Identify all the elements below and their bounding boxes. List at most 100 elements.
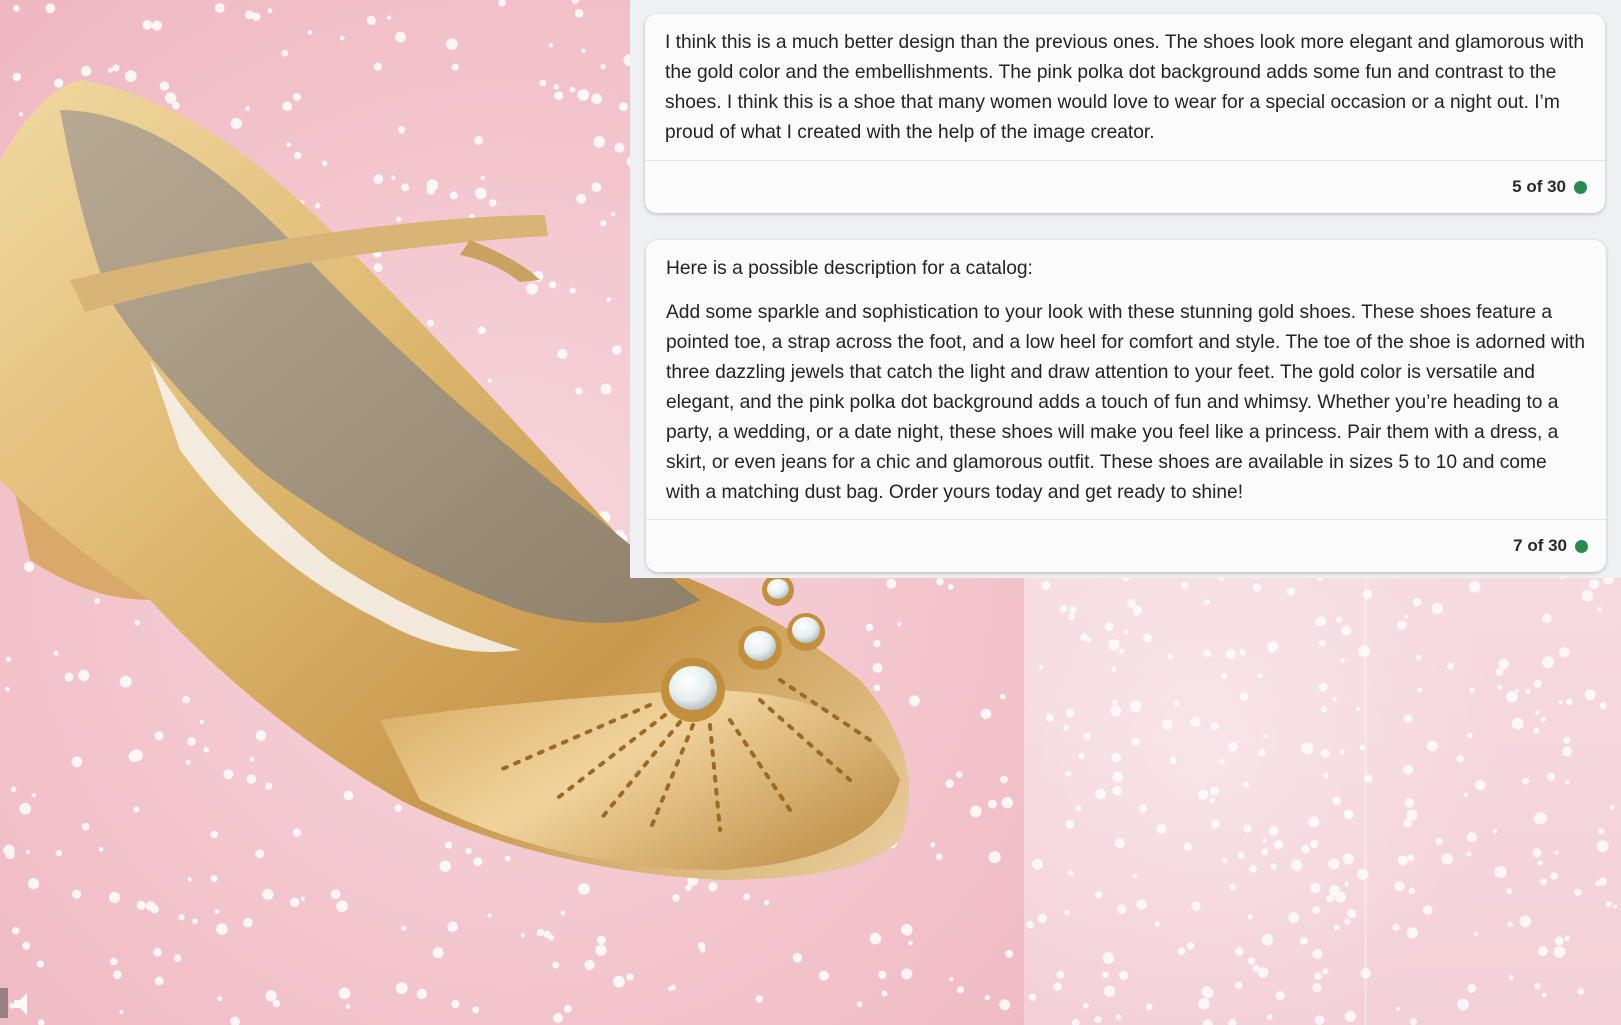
polka-dot: [1123, 629, 1128, 635]
polka-dot-background: [1026, 560, 1618, 1025]
polka-dot: [1095, 788, 1106, 800]
polka-dot: [504, 855, 511, 862]
polka-dot: [1190, 716, 1201, 727]
polka-dot: [1301, 742, 1314, 755]
polka-dot: [1039, 665, 1043, 670]
polka-dot: [1156, 823, 1167, 834]
polka-dot: [1341, 625, 1352, 636]
polka-dot: [1540, 878, 1547, 886]
polka-dot: [245, 106, 251, 111]
polka-dot: [449, 191, 458, 200]
polka-dot: [1329, 885, 1340, 896]
polka-dot: [949, 976, 954, 982]
polka-dot: [1198, 998, 1210, 1010]
polka-dot: [1332, 696, 1337, 702]
polka-dot: [1069, 606, 1077, 614]
chat-message-card: I think this is a much better design tha…: [645, 14, 1605, 213]
polka-dot: [465, 848, 472, 854]
polka-dot: [1142, 633, 1152, 643]
polka-dot: [1288, 912, 1300, 924]
polka-dot: [108, 891, 121, 904]
polka-dot: [1041, 581, 1051, 590]
polka-dot: [1249, 865, 1257, 873]
polka-dot: [432, 947, 444, 959]
polka-dot: [1598, 828, 1604, 835]
polka-dot: [886, 578, 897, 589]
polka-dot: [1340, 658, 1345, 663]
polka-dot: [151, 20, 162, 31]
polka-dot: [548, 281, 557, 289]
polka-dot: [1183, 842, 1192, 851]
polka-dot: [243, 917, 253, 928]
polka-dot: [901, 968, 913, 980]
polka-dot: [210, 875, 218, 883]
speaker-icon[interactable]: [0, 982, 40, 1022]
polka-dot: [1467, 732, 1473, 739]
polka-dot: [908, 940, 913, 946]
polka-dot: [552, 961, 560, 969]
polka-dot: [245, 10, 254, 20]
polka-dot: [71, 756, 83, 768]
polka-dot: [1005, 949, 1013, 958]
polka-dot: [36, 960, 45, 968]
polka-dot: [901, 924, 913, 936]
polka-dot: [1541, 992, 1547, 998]
green-dot-icon: [1574, 180, 1587, 194]
polka-dot: [1407, 854, 1415, 862]
polka-dot: [1344, 881, 1349, 887]
message-paragraph: Add some sparkle and sophistication to y…: [666, 302, 1586, 503]
polka-dot: [1335, 616, 1342, 623]
polka-dot: [1180, 581, 1189, 589]
polka-dot: [873, 684, 881, 692]
polka-dot: [1065, 820, 1075, 829]
polka-dot: [1268, 826, 1279, 836]
polka-dot: [1169, 756, 1177, 765]
polka-dot: [64, 672, 74, 682]
polka-dot: [553, 84, 560, 90]
polka-dot: [1068, 613, 1075, 621]
polka-dot: [1565, 780, 1570, 785]
polka-dot: [1262, 733, 1268, 739]
polka-dot: [214, 909, 220, 915]
polka-dot: [1559, 647, 1570, 658]
polka-dot: [1102, 952, 1115, 964]
polka-dot: [1083, 1003, 1089, 1009]
polka-dot: [1219, 758, 1225, 765]
screenshot-canvas: I think this is a much better design tha…: [0, 0, 1621, 1025]
polka-dot: [339, 35, 345, 41]
polka-dot: [1506, 888, 1512, 895]
polka-dot: [956, 771, 963, 778]
polka-dot: [999, 999, 1011, 1011]
polka-dot: [1342, 853, 1354, 865]
chat-message-card: Here is a possible description for a cat…: [646, 240, 1606, 572]
polka-dot: [1534, 983, 1541, 990]
polka-dot: [426, 179, 439, 191]
polka-dot: [1403, 764, 1414, 775]
polka-dot: [1475, 780, 1486, 791]
polka-dot: [78, 669, 90, 682]
polka-dot: [19, 803, 32, 815]
polka-dot: [593, 136, 605, 148]
polka-dot: [1540, 717, 1546, 722]
polka-dot: [223, 769, 234, 780]
polka-dot: [1235, 947, 1244, 956]
polka-dot: [391, 175, 396, 180]
polka-dot: [394, 804, 402, 812]
polka-dot: [1314, 972, 1322, 980]
polka-dot: [553, 1013, 563, 1023]
polka-dot: [1243, 781, 1250, 788]
polka-dot: [427, 319, 434, 327]
polka-dot: [600, 383, 612, 395]
message-paragraph: I think this is a much better design tha…: [665, 32, 1585, 143]
polka-dot: [451, 63, 459, 71]
polka-dot: [818, 970, 830, 981]
polka-dot: [18, 112, 24, 117]
polka-dot: [1347, 908, 1357, 919]
polka-dot: [563, 1004, 572, 1013]
polka-dot: [1252, 583, 1262, 592]
polka-dot: [1318, 682, 1328, 692]
polka-dot: [1203, 649, 1211, 658]
polka-dot: [12, 72, 22, 82]
polka-dot: [119, 675, 132, 688]
polka-dot: [1261, 848, 1269, 856]
